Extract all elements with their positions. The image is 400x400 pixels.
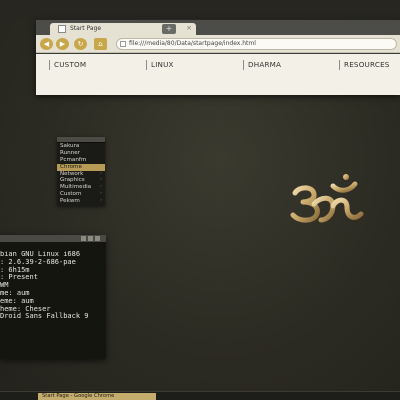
menu-item-label: Custom xyxy=(60,191,82,198)
nav-link-custom[interactable]: CUSTOM xyxy=(49,60,86,70)
forward-arrow-icon[interactable]: ▶ xyxy=(56,38,69,50)
menu-item-label: Multimedia xyxy=(60,184,92,191)
taskbar-item-chrome[interactable]: Start Page - Google Chrome xyxy=(38,393,156,400)
document-icon xyxy=(120,41,126,47)
menu-item-custom[interactable]: Custom › xyxy=(57,191,105,198)
terminal-titlebar xyxy=(0,235,106,242)
tab-strip: Start Page × + xyxy=(36,20,400,35)
menu-item-label: Runner xyxy=(60,149,81,156)
menu-item-sakura[interactable]: Sakura xyxy=(57,143,105,150)
terminal-line: : Present xyxy=(0,273,38,282)
menu-item-label: Network xyxy=(60,170,84,177)
home-icon[interactable]: ⌂ xyxy=(94,38,107,50)
nav-link-linux[interactable]: LINUX xyxy=(146,60,174,70)
submenu-arrow-icon: › xyxy=(100,170,102,176)
menu-item-label: Pekwm xyxy=(60,198,80,205)
menu-item-graphics[interactable]: Graphics › xyxy=(57,177,105,184)
submenu-arrow-icon: › xyxy=(100,177,102,183)
nav-link-resources[interactable]: RESOURCES xyxy=(339,60,390,70)
browser-window: Start Page × + ◀ ▶ ↻ ⌂ file:///media/80/… xyxy=(36,20,400,95)
page-icon xyxy=(58,25,66,33)
terminal-window: bian GNU Linux i686: 2.6.39-2-686-pae: 6… xyxy=(0,235,106,359)
menu-item-multimedia[interactable]: Multimedia › xyxy=(57,184,105,191)
minimize-icon[interactable] xyxy=(81,236,86,241)
terminal-output: bian GNU Linux i686: 2.6.39-2-686-pae: 6… xyxy=(0,251,106,321)
submenu-arrow-icon: › xyxy=(100,191,102,197)
top-panel xyxy=(0,0,400,19)
maximize-icon[interactable] xyxy=(88,236,93,241)
menu-item-label: Graphics xyxy=(60,177,85,184)
menu-item-label: Chrome xyxy=(60,163,82,170)
address-bar[interactable]: file:///media/80/Data/startpage/index.ht… xyxy=(116,38,397,50)
browser-toolbar: ◀ ▶ ↻ ⌂ file:///media/80/Data/startpage/… xyxy=(36,35,400,53)
reload-icon[interactable]: ↻ xyxy=(74,38,87,50)
new-tab-button[interactable]: + xyxy=(162,24,176,34)
om-symbol-icon xyxy=(290,174,364,223)
close-tab-icon[interactable]: × xyxy=(186,24,192,32)
start-page-content: CUSTOM LINUX DHARMA RESOURCES xyxy=(36,54,400,95)
url-text: file:///media/80/Data/startpage/index.ht… xyxy=(129,40,256,47)
menu-item-network[interactable]: Network › xyxy=(57,171,105,178)
back-arrow-icon[interactable]: ◀ xyxy=(40,38,53,50)
terminal-line: Droid Sans Fallback 9 xyxy=(0,312,89,321)
menu-item-runner[interactable]: Runner xyxy=(57,150,105,157)
nav-link-dharma[interactable]: DHARMA xyxy=(243,60,281,70)
root-menu: Sakura Runner Pcmanfm Chrome Network › Graphic… xyxy=(57,137,105,206)
menu-item-chrome[interactable]: Chrome xyxy=(57,163,105,171)
close-icon[interactable] xyxy=(95,236,100,241)
menu-item-pcmanfm[interactable]: Pcmanfm xyxy=(57,157,105,164)
menu-item-label: Pcmanfm xyxy=(60,156,87,163)
submenu-arrow-icon: › xyxy=(100,198,102,204)
taskbar: Start Page - Google Chrome xyxy=(0,391,400,400)
submenu-arrow-icon: › xyxy=(100,184,102,190)
menu-item-label: Sakura xyxy=(60,143,80,149)
tab-title: Start Page xyxy=(70,25,102,32)
menu-item-pekwm[interactable]: Pekwm › xyxy=(57,198,105,205)
